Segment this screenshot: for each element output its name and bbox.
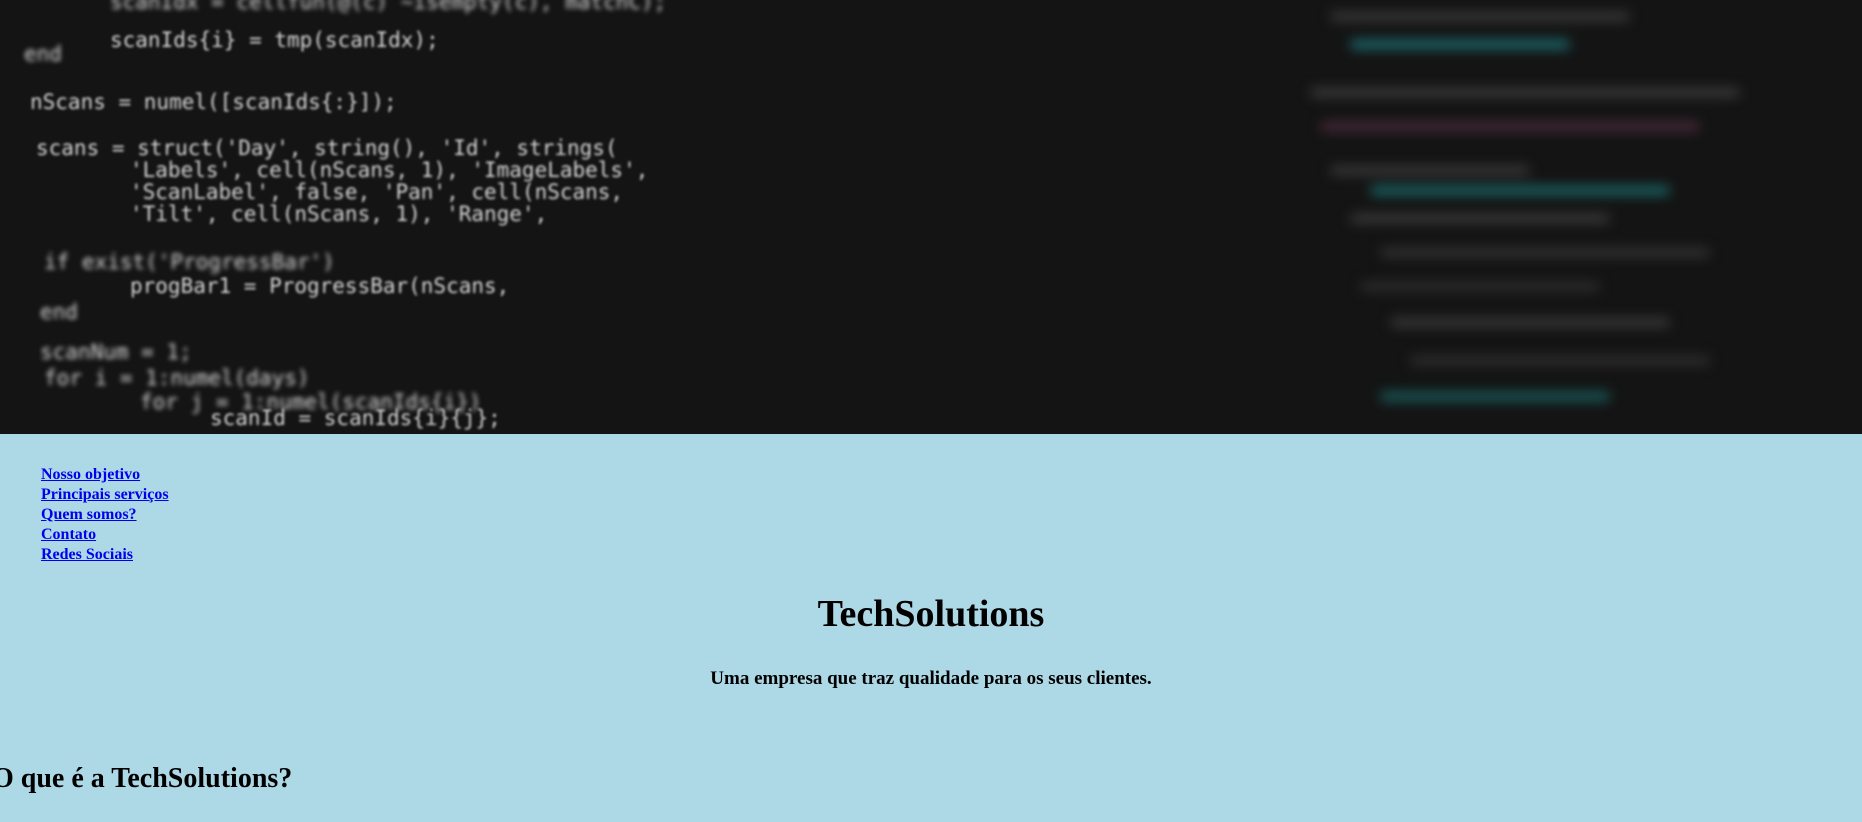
nav-link-quem-somos[interactable]: Quem somos? [41,506,137,523]
hero-banner-image: scanIdx = cellfun(@(c) ~isempty(c), matc… [0,0,1862,434]
code-line: end [24,42,62,66]
code-line: scanNum = 1; [40,340,192,364]
nav-item-servicos: Principais serviços [41,485,169,505]
nav-item-redes-sociais: Redes Sociais [41,545,169,565]
nav-link-servicos[interactable]: Principais serviços [41,486,169,503]
code-line: scans = struct('Day', string(), 'Id', st… [36,136,618,160]
code-line: end [40,300,78,324]
page-subtitle: Uma empresa que traz qualidade para os s… [710,668,1152,689]
main-nav: Nosso objetivo Principais serviços Quem … [41,465,169,565]
code-line: if exist('ProgressBar') [44,250,335,274]
code-line: scanId = scanIds{i}{j}; [210,406,501,430]
code-line: 'Tilt', cell(nScans, 1), 'Range', [130,202,548,226]
blurred-code-area [1290,0,1862,434]
nav-link-objetivo[interactable]: Nosso objetivo [41,466,140,483]
nav-link-contato[interactable]: Contato [41,526,96,543]
nav-item-contato: Contato [41,525,169,545]
code-line: nScans = numel([scanIds{:}]); [30,90,397,114]
code-line: scanIdx = cellfun(@(c) ~isempty(c), matc… [110,0,667,14]
code-line: 'ScanLabel', false, 'Pan', cell(nScans, [130,180,624,204]
about-section-title: O que é a TechSolutions? [0,763,293,794]
page-title: TechSolutions [817,593,1045,635]
code-line: progBar1 = ProgressBar(nScans, [130,274,510,298]
code-line: scanIds{i} = tmp(scanIdx); [110,28,439,52]
nav-item-objetivo: Nosso objetivo [41,465,169,485]
nav-item-quem-somos: Quem somos? [41,505,169,525]
nav-link-redes-sociais[interactable]: Redes Sociais [41,546,133,563]
code-line: 'Labels', cell(nScans, 1), 'ImageLabels'… [130,158,649,182]
code-line: for i = 1:numel(days) [44,366,310,390]
